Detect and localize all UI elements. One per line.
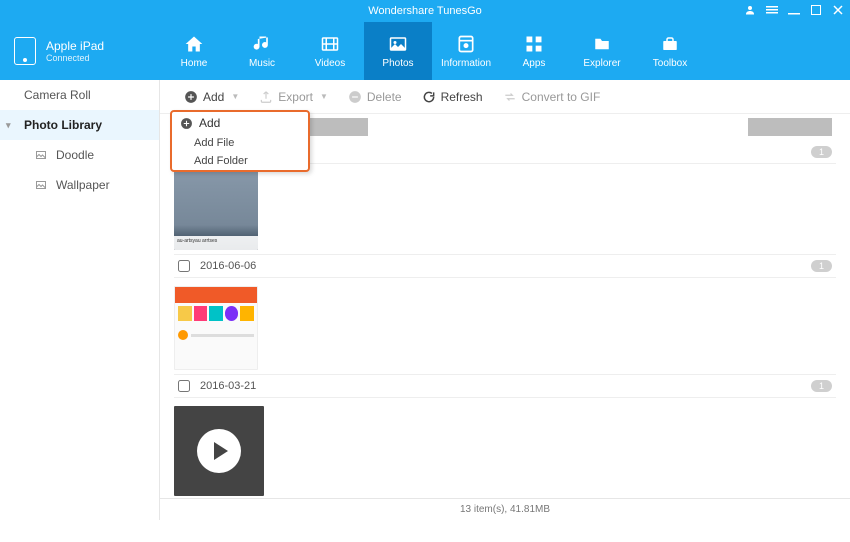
photo-group	[174, 404, 836, 498]
status-text: 13 item(s), 41.81MB	[460, 504, 550, 515]
information-icon	[454, 33, 478, 55]
group-header: 2016-06-06 1	[174, 254, 836, 278]
group-date: 2016-03-21	[200, 380, 256, 392]
convert-gif-button[interactable]: Convert to GIF	[495, 86, 609, 108]
photos-icon	[386, 33, 410, 55]
refresh-button[interactable]: Refresh	[414, 86, 491, 108]
device-info: Apple iPad Connected	[46, 39, 104, 63]
chevron-down-icon: ▾	[6, 120, 16, 131]
group-header: 2016-03-21 1	[174, 374, 836, 398]
sidebar-item-wallpaper[interactable]: Wallpaper	[0, 170, 159, 200]
maximize-icon[interactable]	[810, 4, 822, 19]
export-button[interactable]: Export ▼	[251, 86, 336, 108]
user-icon[interactable]	[744, 4, 756, 19]
count-badge: 1	[811, 260, 832, 272]
sidebar-item-camera-roll[interactable]: Camera Roll	[0, 80, 159, 110]
music-icon	[250, 33, 274, 55]
main-nav: Home Music Videos Photos Information App…	[160, 22, 850, 80]
toolbar: Add ▼ Export ▼ Delete Refresh Convert to…	[160, 80, 850, 114]
device-status: Connected	[46, 53, 104, 63]
add-dropdown-header: Add	[172, 112, 308, 134]
statusbar: 13 item(s), 41.81MB	[160, 498, 850, 520]
toolbox-icon	[658, 33, 682, 55]
nav-explorer[interactable]: Explorer	[568, 22, 636, 80]
group-date: 2016-06-06	[200, 260, 256, 272]
nav-toolbox[interactable]: Toolbox	[636, 22, 704, 80]
image-icon	[34, 149, 48, 161]
content: Add ▼ Export ▼ Delete Refresh Convert to…	[160, 80, 850, 520]
refresh-icon	[422, 90, 436, 104]
group-checkbox[interactable]	[178, 260, 190, 272]
sidebar-item-photo-library[interactable]: ▾ Photo Library	[0, 110, 159, 140]
videos-icon	[318, 33, 342, 55]
photo-thumbnail[interactable]	[174, 286, 258, 370]
nav-music[interactable]: Music	[228, 22, 296, 80]
minimize-icon[interactable]	[788, 4, 800, 19]
image-icon	[34, 179, 48, 191]
chevron-down-icon: ▼	[231, 92, 239, 101]
play-icon	[197, 429, 241, 473]
add-button[interactable]: Add ▼	[176, 86, 247, 108]
chevron-down-icon: ▼	[320, 92, 328, 101]
group-checkbox[interactable]	[178, 380, 190, 392]
apps-icon	[522, 33, 546, 55]
add-folder-item[interactable]: Add Folder	[172, 152, 308, 170]
photo-group: au-artsyau arrtses 2016-06-06 1	[174, 164, 836, 278]
nav-home[interactable]: Home	[160, 22, 228, 80]
device-name: Apple iPad	[46, 39, 104, 53]
minus-circle-icon	[348, 90, 362, 104]
nav-videos[interactable]: Videos	[296, 22, 364, 80]
add-dropdown: Add Add File Add Folder	[170, 110, 310, 172]
nav-photos[interactable]: Photos	[364, 22, 432, 80]
add-file-item[interactable]: Add File	[172, 134, 308, 152]
menu-icon[interactable]	[766, 4, 778, 19]
explorer-icon	[590, 33, 614, 55]
video-thumbnail[interactable]	[174, 406, 264, 496]
device-pane[interactable]: Apple iPad Connected	[0, 22, 160, 80]
plus-circle-icon	[180, 117, 193, 130]
convert-icon	[503, 90, 517, 104]
body: Camera Roll ▾ Photo Library Doodle Wallp…	[0, 80, 850, 520]
photo-thumbnail[interactable]: au-artsyau arrtses	[174, 166, 258, 250]
nav-apps[interactable]: Apps	[500, 22, 568, 80]
export-icon	[259, 90, 273, 104]
window-controls	[744, 0, 844, 22]
count-badge: 1	[811, 380, 832, 392]
titlebar: Wondershare TunesGo	[0, 0, 850, 22]
photo-thumbnail[interactable]	[748, 118, 832, 136]
sidebar: Camera Roll ▾ Photo Library Doodle Wallp…	[0, 80, 160, 520]
photo-group: 2016-03-21 1	[174, 284, 836, 398]
close-icon[interactable]	[832, 4, 844, 19]
nav-information[interactable]: Information	[432, 22, 500, 80]
delete-button[interactable]: Delete	[340, 86, 410, 108]
home-icon	[182, 33, 206, 55]
app-title: Wondershare TunesGo	[368, 5, 482, 17]
header: Apple iPad Connected Home Music Videos P…	[0, 22, 850, 80]
sidebar-item-doodle[interactable]: Doodle	[0, 140, 159, 170]
tablet-icon	[14, 37, 36, 65]
count-badge: 1	[811, 146, 832, 158]
plus-circle-icon	[184, 90, 198, 104]
